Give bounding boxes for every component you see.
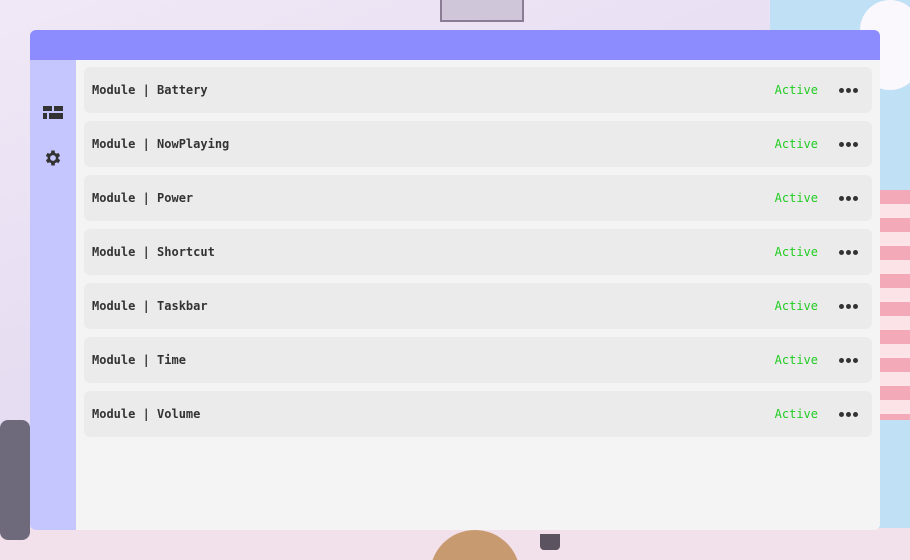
more-horizontal-icon xyxy=(838,411,844,417)
title-bar[interactable] xyxy=(30,30,880,60)
module-name: Module | Shortcut xyxy=(92,245,215,259)
module-row: Module | Time Active xyxy=(84,337,872,383)
module-row: Module | Volume Active xyxy=(84,391,872,437)
sidebar xyxy=(30,60,76,530)
more-horizontal-icon xyxy=(838,303,844,309)
dashboard-icon xyxy=(43,106,63,119)
module-row: Module | Shortcut Active xyxy=(84,229,872,275)
module-name: Module | Time xyxy=(92,353,186,367)
wallpaper-figure xyxy=(0,420,30,540)
module-name: Module | Power xyxy=(92,191,194,205)
module-name: Module | Taskbar xyxy=(92,299,208,313)
more-horizontal-icon xyxy=(838,141,844,147)
module-more-button[interactable] xyxy=(836,404,860,424)
module-status: Active xyxy=(774,245,818,259)
module-name: Module | Battery xyxy=(92,83,208,97)
module-row: Module | Taskbar Active xyxy=(84,283,872,329)
module-status: Active xyxy=(774,83,818,97)
module-row: Module | NowPlaying Active xyxy=(84,121,872,167)
close-button[interactable] xyxy=(41,524,65,530)
module-list: Module | Battery Active Module | NowPlay… xyxy=(84,67,872,445)
sidebar-item-settings[interactable] xyxy=(41,146,65,170)
module-row: Module | Power Active xyxy=(84,175,872,221)
module-more-button[interactable] xyxy=(836,350,860,370)
more-horizontal-icon xyxy=(838,195,844,201)
module-status: Active xyxy=(774,137,818,151)
module-panel: Module | Battery Active Module | NowPlay… xyxy=(76,60,880,530)
sidebar-item-dashboard[interactable] xyxy=(41,101,65,125)
wallpaper-sign xyxy=(440,0,524,22)
module-more-button[interactable] xyxy=(836,296,860,316)
module-name: Module | NowPlaying xyxy=(92,137,230,151)
app-window: Module | Battery Active Module | NowPlay… xyxy=(30,30,880,530)
module-more-button[interactable] xyxy=(836,80,860,100)
module-row: Module | Battery Active xyxy=(84,67,872,113)
module-more-button[interactable] xyxy=(836,134,860,154)
module-name: Module | Volume xyxy=(92,407,201,421)
module-status: Active xyxy=(774,407,818,421)
gear-icon xyxy=(45,150,61,166)
module-more-button[interactable] xyxy=(836,188,860,208)
module-status: Active xyxy=(774,299,818,313)
module-status: Active xyxy=(774,353,818,367)
module-more-button[interactable] xyxy=(836,242,860,262)
more-horizontal-icon xyxy=(838,249,844,255)
more-horizontal-icon xyxy=(838,87,844,93)
wallpaper-cup xyxy=(540,534,560,550)
more-horizontal-icon xyxy=(838,357,844,363)
module-status: Active xyxy=(774,191,818,205)
